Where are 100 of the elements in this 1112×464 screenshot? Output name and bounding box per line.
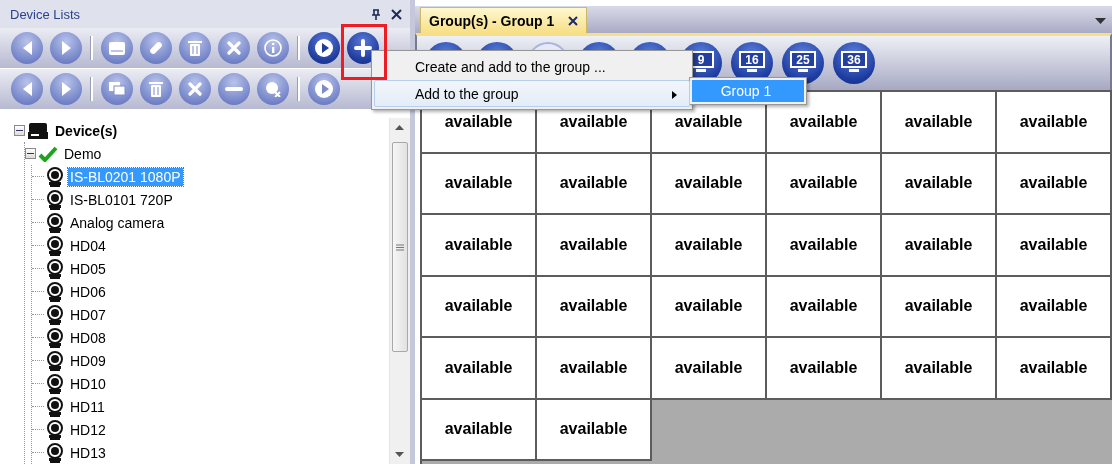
grid-cell[interactable]: available [882,215,997,277]
tree-item[interactable]: HD12 [68,420,108,439]
close-icon [227,41,241,55]
webcam-icon [46,442,64,463]
webcam-icon [46,373,64,394]
trash-icon [188,40,202,56]
tree-item[interactable]: HD07 [68,305,108,324]
grid-cell[interactable]: available [997,338,1112,400]
scroll-thumb[interactable] [392,142,408,352]
close-icon[interactable] [391,8,402,20]
monitors-icon [108,82,126,96]
tree-item[interactable]: Demo [62,144,104,163]
grid-cell[interactable]: available [882,276,997,338]
webcam-icon [46,419,64,440]
grid-cell[interactable]: available [422,338,537,400]
scroll-up-icon[interactable] [395,125,404,130]
grid-cell[interactable]: available [422,153,537,215]
camera-x-icon [265,81,281,97]
tree-item[interactable]: IS-BL0101 720P [68,190,175,209]
grid-cell[interactable]: available [997,276,1112,338]
drive-button[interactable] [101,32,133,64]
plus-icon [354,39,372,57]
webcam-icon [46,304,64,325]
tree-item[interactable]: HD05 [68,259,108,278]
play-icon [315,39,333,57]
pencil-icon [149,41,163,55]
tree-item[interactable]: Analog camera [68,213,167,232]
device-icon [27,121,49,140]
tree-item[interactable]: HD09 [68,351,108,370]
info-button[interactable] [257,32,289,64]
tab[interactable]: Group(s) - Group 1 [420,7,588,33]
pin-icon[interactable] [371,8,381,20]
tree-item[interactable]: HD11 [68,397,107,416]
play-icon [315,80,333,98]
webcam-icon [46,166,64,187]
collapse-toggle[interactable] [25,148,36,159]
scroll-down-icon[interactable] [395,452,404,457]
scrollbar[interactable] [389,118,410,464]
grid-cell[interactable]: available [537,276,652,338]
grid-cell[interactable]: available [422,276,537,338]
grid-cell[interactable]: available [997,92,1112,154]
drive-icon [109,41,125,55]
grip-icon [396,243,404,251]
monitors-button[interactable] [101,73,133,105]
grid-cell[interactable]: available [997,215,1112,277]
webcam-icon [46,396,64,417]
grid-cell[interactable]: available [767,276,882,338]
layout-button[interactable]: 25 [782,42,824,84]
layout-button[interactable]: 36 [833,42,875,84]
collapse-toggle[interactable] [14,125,25,136]
menu-item[interactable]: Add to the group [374,80,690,107]
tree-item[interactable]: Device(s) [53,121,120,140]
webcam-icon [46,281,64,302]
tree-item[interactable]: HD06 [68,282,108,301]
disconnect-button[interactable] [257,73,289,105]
grid-cell[interactable]: available [422,399,537,461]
grid-cell[interactable]: available [652,338,767,400]
webcam-icon [46,258,64,279]
edit-button[interactable] [140,32,172,64]
back-button[interactable] [11,73,43,105]
tree-item[interactable]: HD10 [68,374,108,393]
grid-cell[interactable]: available [537,215,652,277]
webcam-icon [46,189,64,210]
grid-cell[interactable]: available [767,215,882,277]
grid-cell[interactable]: available [882,92,997,154]
remove-button[interactable] [179,73,211,105]
forward-button[interactable] [50,73,82,105]
close-icon[interactable] [568,15,579,26]
info-icon [264,39,282,57]
grid-cell[interactable]: available [652,215,767,277]
webcam-icon [46,350,64,371]
arrow-left-icon [22,41,32,55]
grid-cell[interactable]: available [652,276,767,338]
submenu-arrow-icon [672,91,677,99]
delete-button[interactable] [140,73,172,105]
remove-button[interactable] [218,32,250,64]
panel-title: Device Lists [10,6,82,22]
minus-button[interactable] [218,73,250,105]
dropdown-icon[interactable] [1095,18,1106,24]
grid-cell[interactable]: available [767,153,882,215]
grid-cell[interactable]: available [422,215,537,277]
tree-item[interactable]: HD13 [68,443,108,462]
play-button[interactable] [308,32,340,64]
arrow-left-icon [22,82,32,96]
tree-item[interactable]: HD04 [68,236,108,255]
grid-cell[interactable]: available [997,153,1112,215]
grid-cell[interactable]: available [767,338,882,400]
grid-cell[interactable]: available [537,338,652,400]
arrow-right-icon [61,82,71,96]
forward-button[interactable] [50,32,82,64]
grid-cell[interactable]: available [652,153,767,215]
minus-icon [225,87,243,91]
grid-cell[interactable]: available [882,338,997,400]
tree-item[interactable]: HD08 [68,328,108,347]
delete-button[interactable] [179,32,211,64]
grid-cell[interactable]: available [882,153,997,215]
back-button[interactable] [11,32,43,64]
grid-cell[interactable]: available [537,399,652,461]
grid-cell[interactable]: available [537,153,652,215]
trash-icon [149,81,163,97]
